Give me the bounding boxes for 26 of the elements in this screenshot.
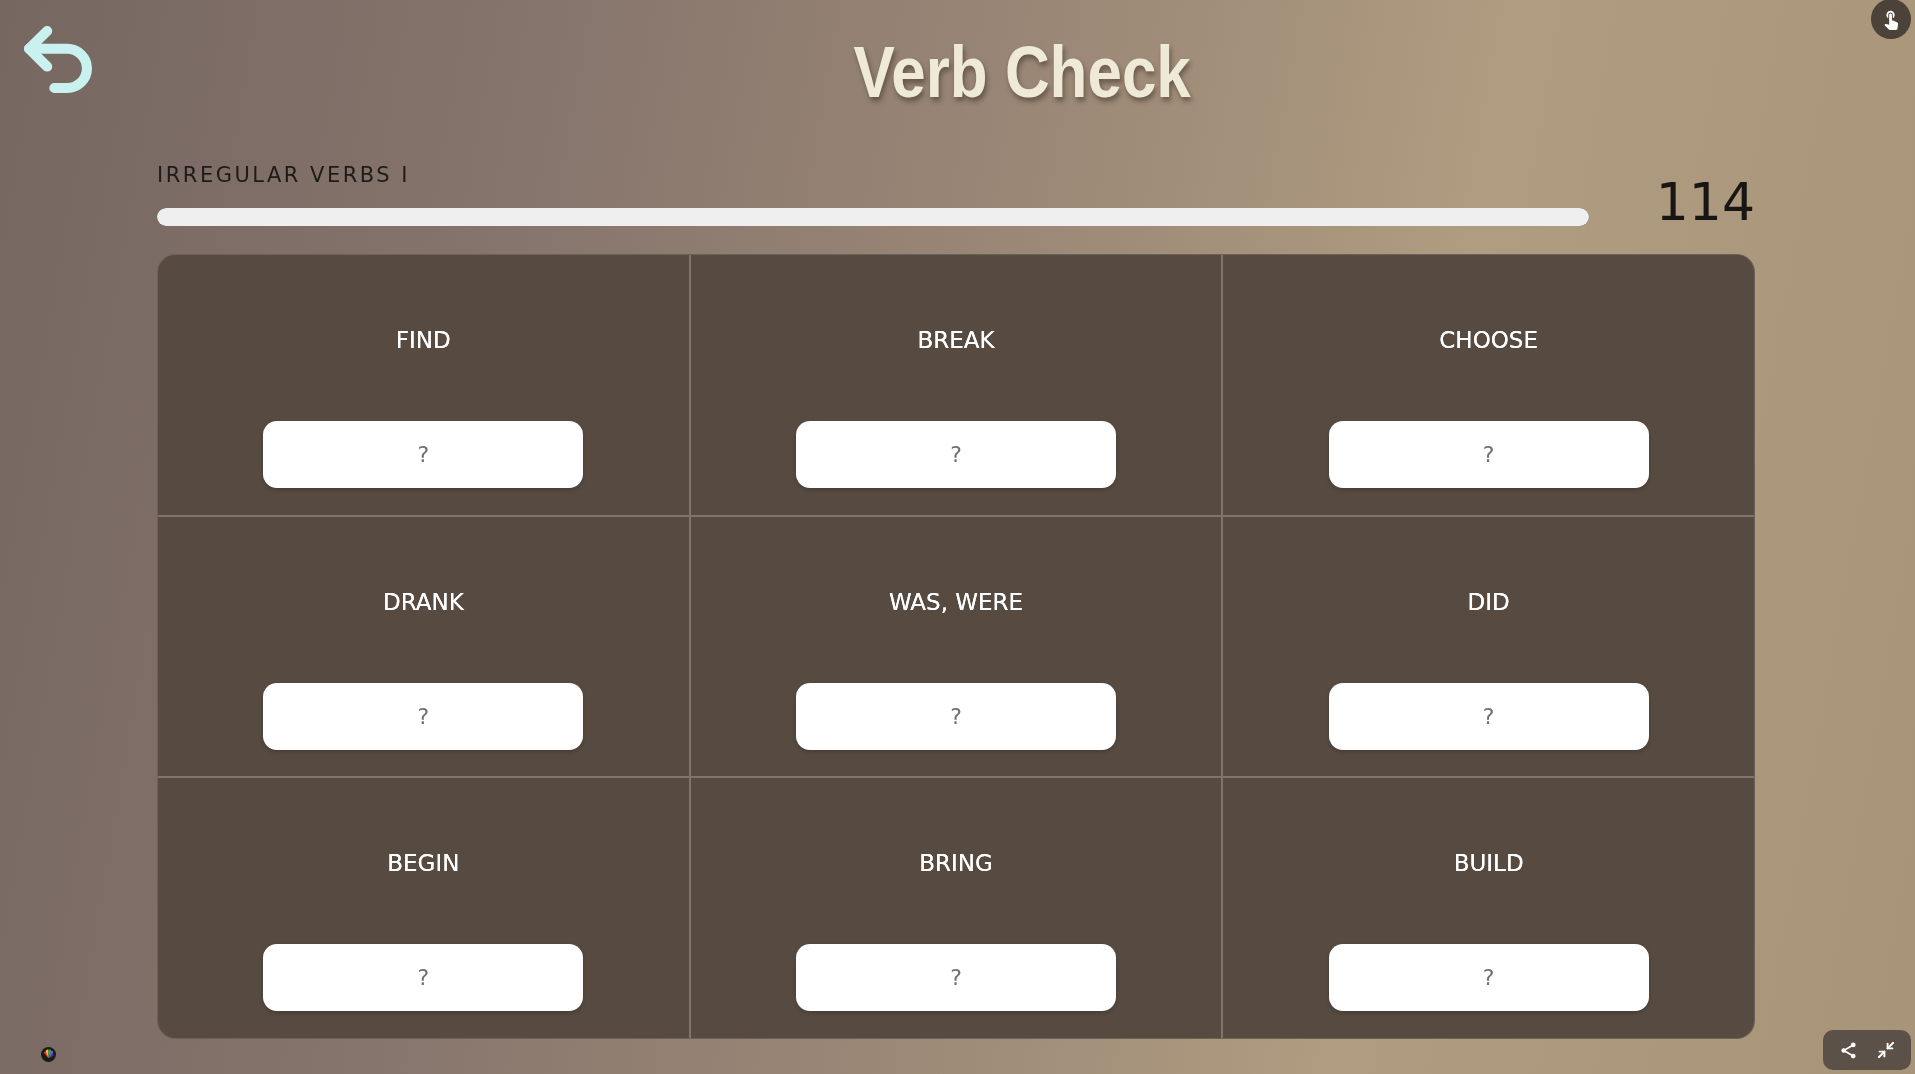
collapse-arrows-icon — [1878, 1042, 1894, 1058]
verb-label: BUILD — [1453, 849, 1524, 878]
tap-button[interactable] — [1871, 0, 1911, 39]
verb-label: BREAK — [917, 326, 995, 354]
verb-label: BEGIN — [387, 849, 460, 878]
verb-label: DRANK — [382, 587, 464, 616]
answer-field[interactable]: ? — [263, 421, 584, 488]
verb-label: DID — [1467, 587, 1510, 616]
logo-icon — [41, 1047, 56, 1062]
answer-field[interactable]: ? — [263, 944, 584, 1012]
score: 114 — [1655, 176, 1755, 228]
answer-field[interactable]: ? — [263, 682, 584, 750]
answer-field[interactable]: ? — [796, 944, 1116, 1012]
answer-field[interactable]: ? — [1328, 421, 1649, 488]
verb-label: BRING — [919, 849, 993, 878]
page-title: Verb Check — [853, 36, 1191, 108]
quiz-topic: IRREGULAR VERBS I — [157, 163, 412, 187]
answer-field[interactable]: ? — [796, 682, 1116, 750]
verb-label: FIND — [395, 326, 451, 354]
share-icon — [1840, 1041, 1856, 1059]
answer-field[interactable]: ? — [796, 421, 1116, 488]
answer-field[interactable]: ? — [1328, 944, 1649, 1012]
answer-field[interactable]: ? — [1328, 682, 1649, 750]
back-button[interactable] — [24, 26, 92, 93]
verb-label: CHOOSE — [1439, 326, 1538, 354]
verb-label: WAS, WERE — [888, 587, 1024, 616]
